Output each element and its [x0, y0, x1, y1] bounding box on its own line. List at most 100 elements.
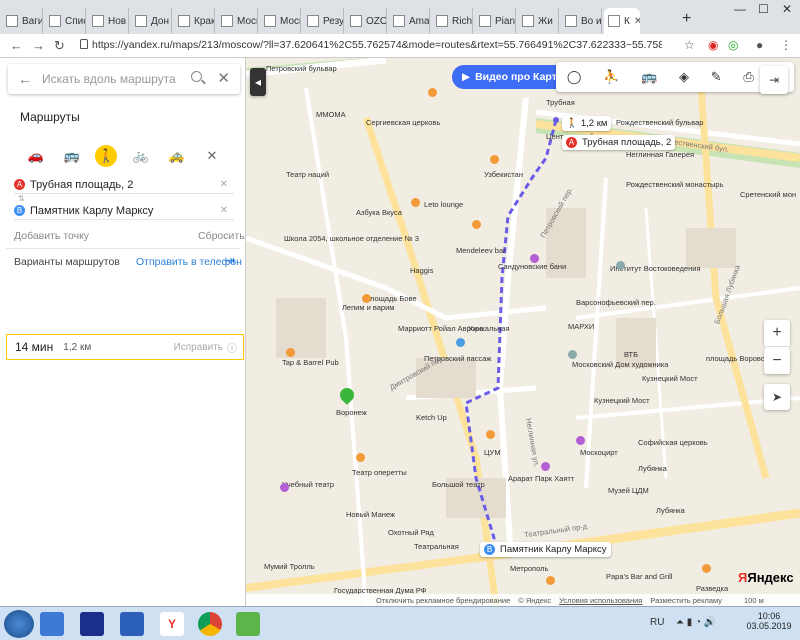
poi-icon[interactable] [362, 294, 371, 303]
bicycle-icon[interactable]: 🚲 [129, 146, 153, 166]
browser-tab[interactable]: Pian [475, 8, 516, 34]
poi-icon[interactable] [576, 436, 585, 445]
poi-icon[interactable] [530, 254, 539, 263]
poi-icon[interactable] [546, 576, 555, 585]
fix-link[interactable]: Исправить [174, 342, 223, 353]
media-player-icon[interactable] [80, 612, 104, 636]
extension-icon[interactable]: ◉ [708, 38, 718, 52]
car-icon[interactable]: 🚗 [24, 146, 48, 166]
profile-icon[interactable]: ● [756, 38, 763, 52]
clock[interactable]: 10:06 03.05.2019 [744, 611, 794, 631]
poi-icon[interactable] [286, 348, 295, 357]
poi-icon[interactable] [456, 338, 465, 347]
browser-tab[interactable]: Моск [217, 8, 258, 34]
close-tab-icon[interactable]: ✕ [634, 16, 640, 27]
route-search[interactable]: ← Искать вдоль маршрута ✕ [8, 64, 240, 94]
route-variant[interactable]: 14 мин 1,2 км Исправить ⓘ [6, 334, 244, 360]
minimize-button[interactable]: — [734, 2, 746, 16]
browser-tab[interactable]: Крак [174, 8, 215, 34]
poi-icon[interactable] [472, 220, 481, 229]
browser-tab[interactable]: Ваги [2, 8, 43, 34]
new-tab-button[interactable]: + [682, 10, 691, 28]
poi-icon[interactable] [280, 483, 289, 492]
poi-icon[interactable] [428, 88, 437, 97]
search-input[interactable]: Искать вдоль маршрута [42, 72, 176, 86]
taxi-icon[interactable]: 🚕 [164, 146, 188, 166]
disable-ad-link[interactable]: Отключить рекламное брендирование [376, 596, 510, 605]
poi-icon[interactable] [616, 261, 625, 270]
browser-tab[interactable]: Резу [303, 8, 344, 34]
poi-icon[interactable] [702, 564, 711, 573]
poi-icon[interactable] [356, 453, 365, 462]
advertise-link[interactable]: Разместить рекламу [650, 596, 722, 605]
layers-traffic-icon[interactable]: ◯ [567, 69, 582, 85]
poi-icon[interactable] [411, 198, 420, 207]
phone-send-icon[interactable]: ⇥ [224, 253, 235, 269]
close-icon[interactable]: ✕ [200, 146, 224, 166]
tab-favicon-icon [350, 15, 362, 27]
tab-favicon-icon [608, 15, 620, 27]
close-icon[interactable]: ✕ [217, 69, 230, 87]
chrome-icon[interactable] [198, 612, 222, 636]
extension-green-icon[interactable]: ◎ [728, 38, 738, 52]
browser-tab[interactable]: Во и [561, 8, 602, 34]
tray-icons[interactable]: ⏶ ▮ ◔ 🔊 [676, 617, 716, 628]
add-point-link[interactable]: Добавить точку [14, 230, 89, 242]
browser-tab[interactable]: Моск [260, 8, 301, 34]
browser-tab[interactable]: OZO [346, 8, 387, 34]
pedestrian-icon[interactable]: 🚶 [95, 145, 118, 167]
explorer-icon[interactable] [40, 612, 64, 636]
layers-icon[interactable]: ◈ [679, 69, 689, 85]
browser-tab[interactable]: Жи [518, 8, 559, 34]
marker-b[interactable]: B Памятник Карлу Марксу [480, 542, 611, 557]
search-icon[interactable] [191, 71, 202, 82]
zoom-in-button[interactable]: + [764, 320, 790, 346]
forward-icon[interactable]: → [32, 38, 45, 53]
poi-icon[interactable] [568, 350, 577, 359]
close-window-button[interactable]: ✕ [782, 2, 792, 16]
login-button[interactable]: ⇥ [760, 66, 788, 94]
browser-tab[interactable]: Ama [389, 8, 430, 34]
back-icon[interactable]: ← [10, 38, 23, 53]
map-label: ВТБ [624, 350, 639, 359]
bus-icon[interactable]: 🚌 [60, 146, 84, 166]
reload-icon[interactable]: ↻ [54, 38, 65, 54]
menu-icon[interactable]: ⋮ [780, 38, 792, 52]
map-canvas[interactable]: Петровский бульвар Трубная Рождественский … [246, 58, 800, 606]
url-field[interactable]: https://yandex.ru/maps/213/moscow/?ll=37… [92, 39, 662, 51]
panorama-icon[interactable]: ⛹ [603, 69, 619, 85]
reset-link[interactable]: Сбросить [198, 230, 245, 242]
print-icon[interactable]: ⎙ [743, 69, 753, 85]
back-arrow-icon[interactable]: ← [18, 71, 32, 87]
start-button[interactable] [4, 610, 34, 638]
browser-tab[interactable]: Спис [45, 8, 86, 34]
browser-tab[interactable]: Нов [88, 8, 129, 34]
marker-a[interactable]: A Трубная площадь, 2 [562, 135, 676, 150]
point-b-field[interactable]: B Памятник Карлу Марксу ✕ [14, 202, 234, 220]
transport-icon[interactable]: 🚌 [641, 69, 657, 85]
language-indicator[interactable]: RU [650, 617, 664, 628]
zoom-out-button[interactable]: − [764, 348, 790, 374]
play-icon: ▶ [462, 71, 471, 83]
browser-tab[interactable]: Дон [131, 8, 172, 34]
remove-point-a-icon[interactable]: ✕ [220, 179, 228, 190]
map-label: Mendeleev bar [456, 246, 506, 255]
collapse-panel-button[interactable]: ◂ [250, 68, 266, 96]
browser-tab[interactable]: Rich [432, 8, 473, 34]
poi-icon[interactable] [490, 155, 499, 164]
yandex-browser-icon[interactable]: Y [160, 612, 184, 636]
terms-link[interactable]: Условия использования [559, 596, 642, 605]
browser-tab[interactable]: К ✕ [604, 8, 640, 34]
geolocation-button[interactable]: ➤ [764, 384, 790, 410]
maximize-button[interactable]: ☐ [758, 2, 769, 16]
poi-icon[interactable] [486, 430, 495, 439]
word-icon[interactable] [120, 612, 144, 636]
point-a-pin-icon: A [14, 179, 25, 190]
ruler-icon[interactable]: ✎ [711, 69, 722, 85]
star-icon[interactable]: ☆ [684, 38, 695, 52]
app-icon[interactable] [236, 612, 260, 636]
point-a-field[interactable]: A Трубная площадь, 2 ✕ [14, 176, 234, 194]
poi-icon[interactable] [541, 462, 550, 471]
info-icon[interactable]: ⓘ [227, 340, 237, 355]
remove-point-b-icon[interactable]: ✕ [220, 205, 228, 216]
